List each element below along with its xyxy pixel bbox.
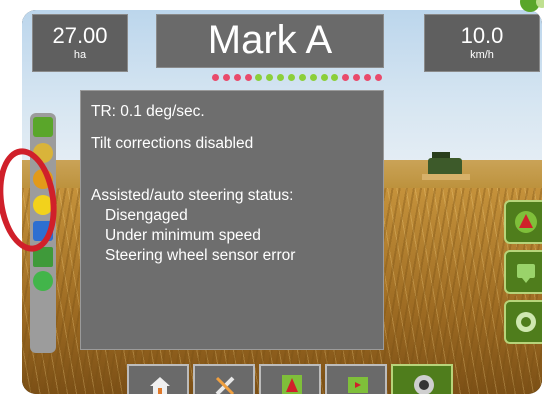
status-min-speed: Under minimum speed bbox=[105, 227, 261, 244]
section-status-dot bbox=[233, 74, 241, 81]
area-value: 27.00 bbox=[52, 23, 108, 48]
boom-width-icon[interactable] bbox=[33, 117, 53, 137]
map-view-button[interactable] bbox=[504, 250, 542, 294]
section-status-dot bbox=[309, 74, 317, 81]
product-icon[interactable] bbox=[33, 271, 53, 291]
section-status-dot bbox=[298, 74, 306, 81]
section-status-dot bbox=[288, 74, 296, 81]
tools-icon bbox=[215, 376, 235, 394]
job-title-box[interactable]: Mark A bbox=[156, 14, 384, 68]
vehicle-view-icon bbox=[282, 375, 302, 394]
section-status-dot bbox=[244, 74, 252, 81]
guidance-arrow-button[interactable] bbox=[504, 200, 542, 244]
section-status-dot bbox=[277, 74, 285, 81]
camera-icon bbox=[516, 312, 536, 332]
home-icon bbox=[150, 377, 170, 394]
section-status-bar bbox=[212, 74, 382, 82]
camera-button[interactable] bbox=[504, 300, 542, 344]
map-view-icon bbox=[517, 264, 535, 283]
section-status-dot bbox=[255, 74, 263, 81]
camera-view-button[interactable] bbox=[391, 364, 453, 394]
field-view-icon bbox=[348, 377, 368, 393]
section-status-dot bbox=[331, 74, 339, 81]
speed-value: 10.0 bbox=[460, 23, 504, 48]
section-status-dot bbox=[212, 74, 219, 81]
tilt-correction-text: Tilt corrections disabled bbox=[91, 135, 254, 152]
tilt-rate-text: TR: 0.1 deg/sec. bbox=[91, 103, 205, 120]
speed-readout[interactable]: 10.0 km/h bbox=[424, 14, 540, 72]
field-view-button[interactable] bbox=[325, 364, 387, 394]
speed-unit: km/h bbox=[470, 49, 494, 61]
status-sensor-error: Steering wheel sensor error bbox=[105, 247, 296, 264]
console-screen: 27.00 ha Mark A 10.0 km/h TR: 0.1 deg/se… bbox=[22, 10, 542, 394]
section-status-dot bbox=[222, 74, 230, 81]
steering-status-heading: Assisted/auto steering status: bbox=[91, 187, 294, 204]
bottom-nav-bar bbox=[127, 364, 459, 394]
area-unit: ha bbox=[73, 49, 87, 61]
diagnostics-panel: TR: 0.1 deg/sec. Tilt corrections disabl… bbox=[80, 90, 384, 350]
vehicle-view-button[interactable] bbox=[259, 364, 321, 394]
section-status-dot bbox=[353, 74, 361, 81]
status-disengaged: Disengaged bbox=[105, 207, 188, 224]
job-title: Mark A bbox=[207, 18, 333, 62]
combine-harvester bbox=[422, 152, 470, 186]
section-status-dot bbox=[266, 74, 274, 81]
home-button[interactable] bbox=[127, 364, 189, 394]
section-status-dot bbox=[342, 74, 350, 81]
top-status-bar: 27.00 ha Mark A 10.0 km/h bbox=[32, 14, 540, 76]
camera-view-icon bbox=[414, 375, 434, 394]
guidance-arrow-icon bbox=[515, 211, 537, 233]
area-readout[interactable]: 27.00 ha bbox=[32, 14, 128, 72]
section-status-dot bbox=[320, 74, 328, 81]
gps-status-icon bbox=[520, 0, 544, 12]
section-status-dot bbox=[374, 74, 382, 81]
tools-button[interactable] bbox=[193, 364, 255, 394]
section-status-dot bbox=[364, 74, 372, 81]
